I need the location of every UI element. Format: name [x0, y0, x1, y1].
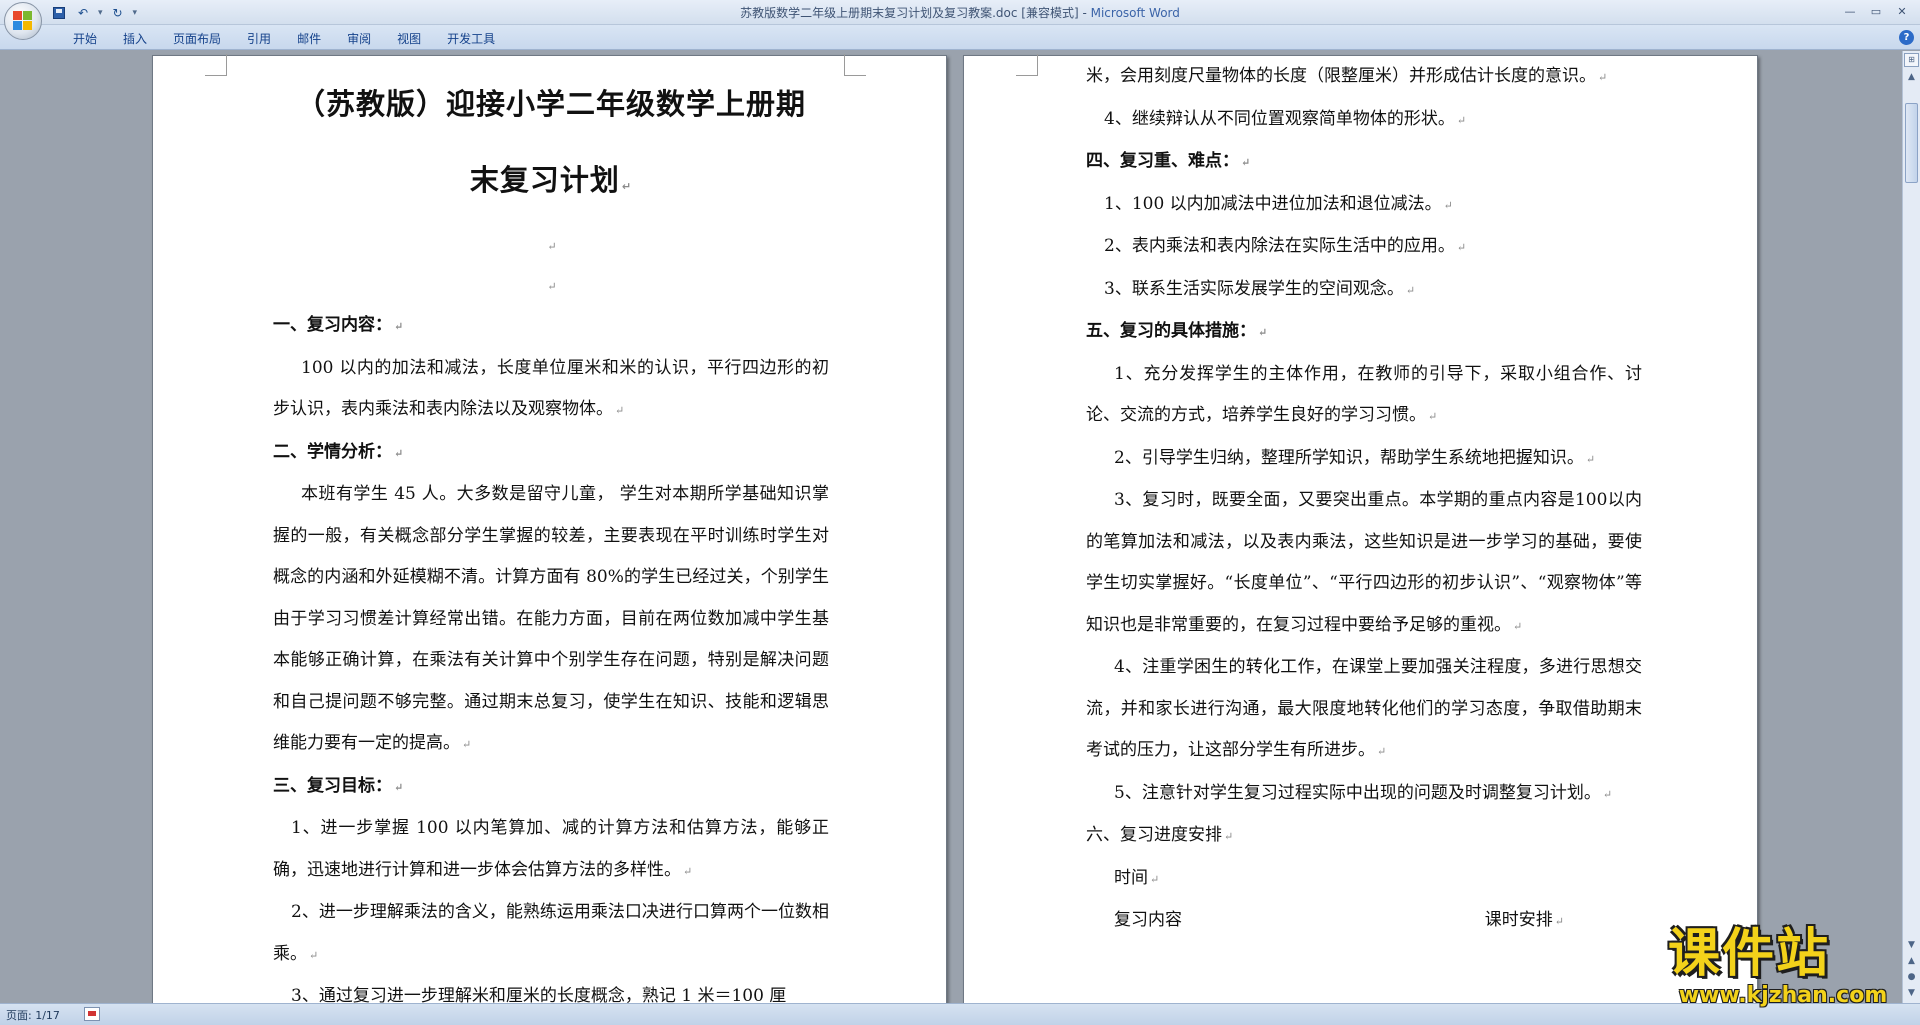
margin-corner-mark	[844, 54, 866, 76]
paragraph: 1、充分发挥学生的主体作用，在教师的引导下，采取小组合作、讨论、交流的方式，培养…	[1086, 363, 1642, 426]
scroll-up-button[interactable]: ▲	[1903, 69, 1920, 85]
paragraph: 2、表内乘法和表内除法在实际生活中的应用。 ↵	[1104, 236, 1467, 256]
previous-page-button[interactable]: ▲	[1903, 953, 1920, 969]
vertical-scrollbar[interactable]: ⊞ ▲ ▼ ▲ ● ▼	[1902, 51, 1920, 1003]
section-heading: 五、复习的具体措施： ↵	[1086, 321, 1268, 341]
document-title-heading: （苏教版）迎接小学二年级数学上册期 末复习计划 ↵	[273, 66, 829, 225]
ribbon-tab-bar: 开始 插入 页面布局 引用 邮件 审阅 视图 开发工具 ?	[0, 25, 1920, 50]
paragraph: 本班有学生 45 人。大多数是留守儿童， 学生对本期所学基础知识掌握的一般，有关…	[273, 484, 829, 753]
proofing-status-icon[interactable]	[84, 1007, 100, 1021]
tab-insert[interactable]: 插入	[110, 29, 160, 48]
office-logo-icon	[13, 11, 33, 31]
paragraph: 1、进一步掌握 100 以内笔算加、减的计算方法和估算方法，能够正确，迅速地进行…	[273, 818, 829, 880]
paragraph: 3、复习时，既要全面，又要突出重点。本学期的重点内容是100以内的笔算加法和减法…	[1086, 490, 1642, 635]
scroll-thumb[interactable]	[1905, 103, 1918, 183]
tab-mailings[interactable]: 邮件	[284, 29, 334, 48]
section-heading: 一、复习内容： ↵	[273, 315, 404, 335]
paragraph: 1、100 以内加减法中进位加法和退位减法。 ↵	[1104, 193, 1453, 214]
view-ruler-button[interactable]: ⊞	[1904, 53, 1919, 67]
tab-developer[interactable]: 开发工具	[434, 29, 508, 48]
paragraph: 米，会用刻度尺量物体的长度（限整厘米）并形成估计长度的意识。 ↵	[1086, 66, 1608, 86]
office-button[interactable]	[4, 2, 42, 40]
select-browse-object-button[interactable]: ●	[1903, 969, 1920, 985]
scroll-bottom-controls: ▼ ▲ ● ▼	[1903, 937, 1920, 1001]
page-body: （苏教版）迎接小学二年级数学上册期 末复习计划 ↵ ↵ ↵ 一、复习内容： ↵ 10…	[273, 56, 829, 1003]
paragraph: 100 以内的加法和减法，长度单位厘米和米的认识，平行四边形的初步认识，表内乘法…	[273, 357, 829, 420]
paragraph: 3、联系生活实际发展学生的空间观念。 ↵	[1104, 278, 1416, 299]
document-page-right[interactable]: 米，会用刻度尺量物体的长度（限整厘米）并形成估计长度的意识。 ↵ 4、继续辩认从不…	[963, 54, 1758, 1003]
scroll-down-button[interactable]: ▼	[1903, 937, 1920, 953]
tab-view[interactable]: 视图	[384, 29, 434, 48]
table-header-row: 复习内容 课时安排 ↵	[1086, 900, 1642, 943]
tab-references[interactable]: 引用	[234, 29, 284, 48]
status-bar: 页面: 1/17	[0, 1003, 1920, 1025]
close-button[interactable]: ✕	[1890, 2, 1914, 20]
paragraph: 5、注意针对学生复习过程实际中出现的问题及时调整复习计划。 ↵	[1114, 782, 1613, 803]
section-heading: 四、复习重、难点： ↵	[1086, 151, 1251, 171]
paragraph: 2、进一步理解乘法的含义，能熟练运用乘法口决进行口算两个一位数相乘。 ↵	[273, 902, 829, 964]
tab-page-layout[interactable]: 页面布局	[160, 29, 234, 48]
title-line: 末复习计划 ↵	[469, 163, 633, 197]
document-workspace: （苏教版）迎接小学二年级数学上册期 末复习计划 ↵ ↵ ↵ 一、复习内容： ↵ 10…	[0, 51, 1900, 1003]
page-body: 米，会用刻度尺量物体的长度（限整厘米）并形成估计长度的意识。 ↵ 4、继续辩认从不…	[1086, 56, 1642, 943]
document-title: 苏教版数学二年级上册期末复习计划及复习教案.doc [兼容模式] -	[740, 6, 1091, 20]
paragraph: 3、通过复习进一步理解米和厘米的长度概念，熟记 1 米＝100 厘	[291, 986, 787, 1003]
empty-paragraph: ↵	[547, 280, 557, 293]
paragraph: 4、继续辩认从不同位置观察简单物体的形状。 ↵	[1104, 108, 1467, 129]
next-page-button[interactable]: ▼	[1903, 985, 1920, 1001]
title-line: （苏教版）迎接小学二年级数学上册期	[295, 87, 806, 121]
margin-corner-mark	[205, 54, 227, 76]
margin-corner-mark	[1016, 54, 1038, 76]
ribbon-tabs: 开始 插入 页面布局 引用 邮件 审阅 视图 开发工具	[60, 29, 508, 48]
app-name: Microsoft Word	[1090, 6, 1180, 20]
document-page-left[interactable]: （苏教版）迎接小学二年级数学上册期 末复习计划 ↵ ↵ ↵ 一、复习内容： ↵ 10…	[152, 54, 947, 1003]
title-bar: ↶ ▾ ↻ ▾ 苏教版数学二年级上册期末复习计划及复习教案.doc [兼容模式]…	[0, 0, 1920, 40]
minimize-button[interactable]: —	[1838, 2, 1862, 20]
window-controls: — ▭ ✕	[1838, 2, 1914, 20]
maximize-button[interactable]: ▭	[1864, 2, 1888, 20]
paragraph: 2、引导学生归纳，整理所学知识，帮助学生系统地把握知识。 ↵	[1114, 447, 1596, 468]
table-header-cell: 课时安排 ↵	[1484, 910, 1564, 930]
section-heading: 二、学情分析： ↵	[273, 441, 404, 462]
table-header-cell: 复习内容	[1114, 910, 1182, 930]
empty-paragraph: ↵	[547, 240, 557, 253]
page-indicator[interactable]: 页面: 1/17	[6, 1007, 60, 1023]
window-title: 苏教版数学二年级上册期末复习计划及复习教案.doc [兼容模式] - Micro…	[0, 4, 1920, 21]
tab-review[interactable]: 审阅	[334, 29, 384, 48]
paragraph: 六、复习进度安排 ↵	[1086, 825, 1234, 845]
tab-home[interactable]: 开始	[60, 29, 110, 48]
paragraph: 时间 ↵	[1114, 867, 1160, 888]
section-heading: 三、复习目标： ↵	[273, 775, 404, 796]
paragraph: 4、注重学困生的转化工作，在课堂上要加强关注程度，多进行思想交流，并和家长进行沟…	[1086, 657, 1642, 760]
help-icon[interactable]: ?	[1899, 30, 1914, 45]
